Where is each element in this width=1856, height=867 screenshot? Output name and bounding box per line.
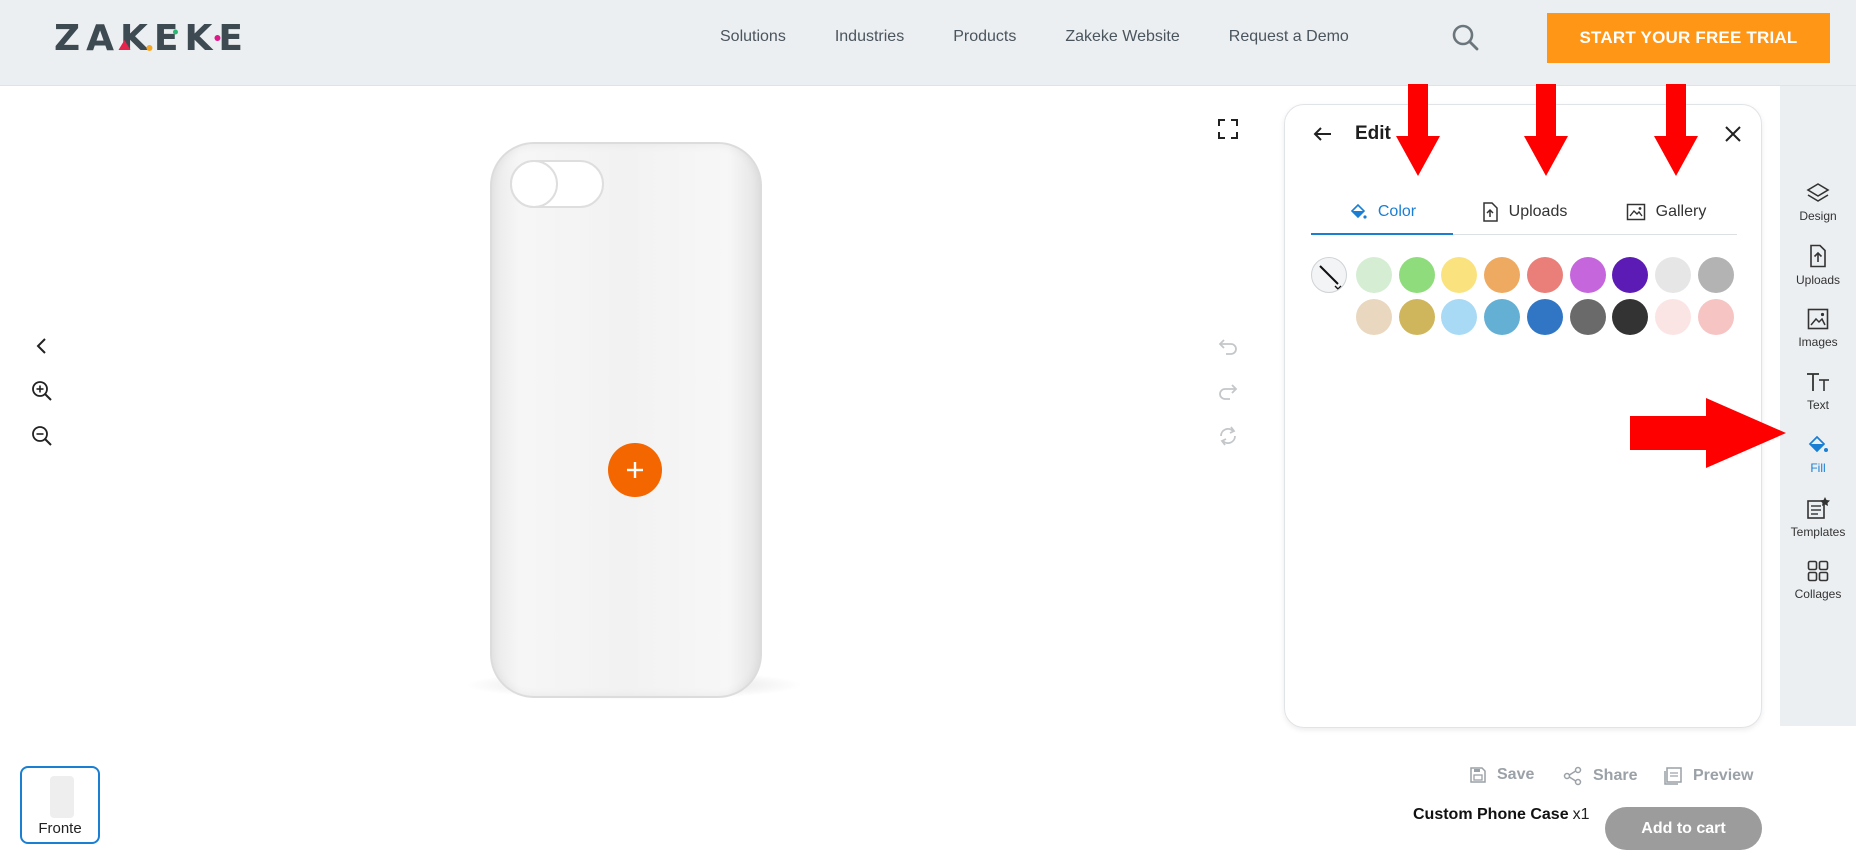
zakeke-logo[interactable]: ZAKEKE	[54, 17, 249, 59]
save-button[interactable]: Save	[1469, 766, 1534, 784]
grid-icon	[1807, 560, 1829, 581]
product-quantity: x1	[1572, 806, 1590, 823]
edit-tabs: Color Uploads Gallery	[1311, 189, 1737, 235]
nav-zakeke-website[interactable]: Zakeke Website	[1065, 28, 1179, 46]
sidebar-label-uploads: Uploads	[1795, 272, 1841, 287]
text-icon	[1807, 372, 1829, 391]
sidebar-label-collages: Collages	[1794, 586, 1842, 601]
reset-icon[interactable]	[1216, 424, 1240, 448]
product-summary: Custom Phone Case x1	[1413, 806, 1590, 824]
paint-bucket-icon	[1350, 203, 1367, 219]
zoom-in-button[interactable]	[28, 377, 56, 405]
back-arrow-icon[interactable]	[1311, 122, 1335, 146]
color-swatch[interactable]	[1569, 257, 1606, 293]
color-swatch[interactable]	[1612, 257, 1649, 293]
color-swatch[interactable]	[1441, 299, 1478, 335]
nav-request-demo[interactable]: Request a Demo	[1229, 28, 1349, 46]
color-swatch[interactable]	[1697, 299, 1734, 335]
sidebar-item-images[interactable]: Images	[1780, 298, 1856, 358]
color-swatch[interactable]	[1398, 257, 1435, 293]
tab-gallery[interactable]: Gallery	[1595, 189, 1737, 234]
tab-color-label: Color	[1377, 202, 1417, 220]
sidebar-item-collages[interactable]: Collages	[1780, 550, 1856, 610]
redo-icon[interactable]	[1216, 379, 1240, 403]
upload-icon	[1810, 244, 1826, 267]
color-swatch[interactable]	[1356, 299, 1392, 335]
save-label: Save	[1497, 766, 1535, 783]
color-swatch[interactable]	[1654, 299, 1691, 335]
zoom-in-icon	[32, 381, 52, 401]
chevron-left-icon	[36, 338, 46, 354]
start-free-trial-button[interactable]: START YOUR FREE TRIAL	[1547, 13, 1830, 63]
edit-panel: Edit Color Uploads Gallery	[1284, 104, 1762, 728]
sidebar-item-text[interactable]: Text	[1780, 361, 1856, 421]
right-sidebar: Design Uploads Images Text Fill Template…	[1780, 86, 1856, 726]
sidebar-item-uploads[interactable]: Uploads	[1780, 235, 1856, 295]
image-icon	[1626, 203, 1645, 220]
main-nav: Solutions Industries Products Zakeke Web…	[720, 0, 1398, 74]
previous-button[interactable]	[28, 332, 56, 360]
sidebar-label-design: Design	[1799, 208, 1837, 223]
panel-title: Edit	[1355, 123, 1391, 144]
camera-lens	[510, 160, 558, 208]
product-name: Custom Phone Case	[1413, 806, 1569, 823]
no-color-swatch[interactable]	[1311, 257, 1347, 293]
search-icon[interactable]	[1450, 22, 1480, 52]
nav-industries[interactable]: Industries	[835, 28, 904, 46]
color-swatch[interactable]	[1569, 299, 1606, 335]
file-upload-icon	[1482, 201, 1498, 222]
side-thumbnail-front[interactable]: Fronte	[20, 766, 100, 844]
nav-solutions[interactable]: Solutions	[720, 28, 786, 46]
sidebar-label-text: Text	[1806, 397, 1829, 412]
no-color-icon	[1319, 265, 1342, 290]
tab-uploads[interactable]: Uploads	[1453, 189, 1595, 234]
add-to-cart-button[interactable]: Add to cart	[1605, 807, 1762, 850]
pdf-preview-icon	[1664, 767, 1682, 785]
template-icon	[1807, 496, 1830, 519]
color-swatch[interactable]	[1526, 299, 1563, 335]
camera-cutout	[510, 160, 604, 208]
color-swatch[interactable]	[1356, 257, 1392, 293]
nav-products[interactable]: Products	[953, 28, 1016, 46]
undo-icon[interactable]	[1216, 334, 1240, 358]
sidebar-label-images: Images	[1798, 334, 1838, 349]
paint-bucket-icon	[1808, 435, 1828, 452]
sidebar-label-fill: Fill	[1810, 460, 1826, 475]
top-header: ZAKEKE Solutions Industries Products Zak…	[0, 0, 1856, 86]
color-swatch[interactable]	[1484, 299, 1521, 335]
color-swatch[interactable]	[1526, 257, 1563, 293]
sidebar-item-design[interactable]: Design	[1780, 172, 1856, 232]
logo-text: ZAKEKE	[54, 17, 249, 59]
close-icon[interactable]	[1721, 122, 1745, 146]
color-swatch[interactable]	[1484, 257, 1521, 293]
phone-case-body	[490, 142, 762, 698]
tab-uploads-label: Uploads	[1508, 202, 1568, 220]
preview-label: Preview	[1693, 767, 1754, 784]
plus-icon	[627, 462, 643, 478]
layers-icon	[1806, 182, 1830, 202]
save-icon	[1470, 767, 1486, 783]
zoom-out-button[interactable]	[28, 422, 56, 450]
share-label: Share	[1593, 767, 1638, 784]
fullscreen-icon[interactable]	[1216, 117, 1240, 141]
tab-gallery-label: Gallery	[1655, 202, 1707, 220]
image-icon	[1807, 308, 1829, 329]
sidebar-item-fill[interactable]: Fill	[1780, 424, 1856, 484]
color-swatch[interactable]	[1654, 257, 1691, 293]
color-swatch[interactable]	[1612, 299, 1649, 335]
color-swatch[interactable]	[1398, 299, 1435, 335]
sidebar-label-templates: Templates	[1790, 524, 1846, 539]
phone-case-preview	[464, 140, 804, 700]
share-icon	[1563, 766, 1582, 786]
add-element-button[interactable]	[608, 443, 662, 497]
thumbnail-phone-image	[50, 776, 74, 818]
sidebar-item-templates[interactable]: Templates	[1780, 487, 1856, 547]
color-swatch[interactable]	[1697, 257, 1734, 293]
zoom-out-icon	[32, 426, 52, 446]
color-swatch[interactable]	[1441, 257, 1478, 293]
preview-button[interactable]: Preview	[1663, 766, 1753, 786]
tab-color[interactable]: Color	[1311, 189, 1453, 235]
share-button[interactable]: Share	[1563, 766, 1637, 786]
thumbnail-label: Fronte	[38, 820, 82, 837]
